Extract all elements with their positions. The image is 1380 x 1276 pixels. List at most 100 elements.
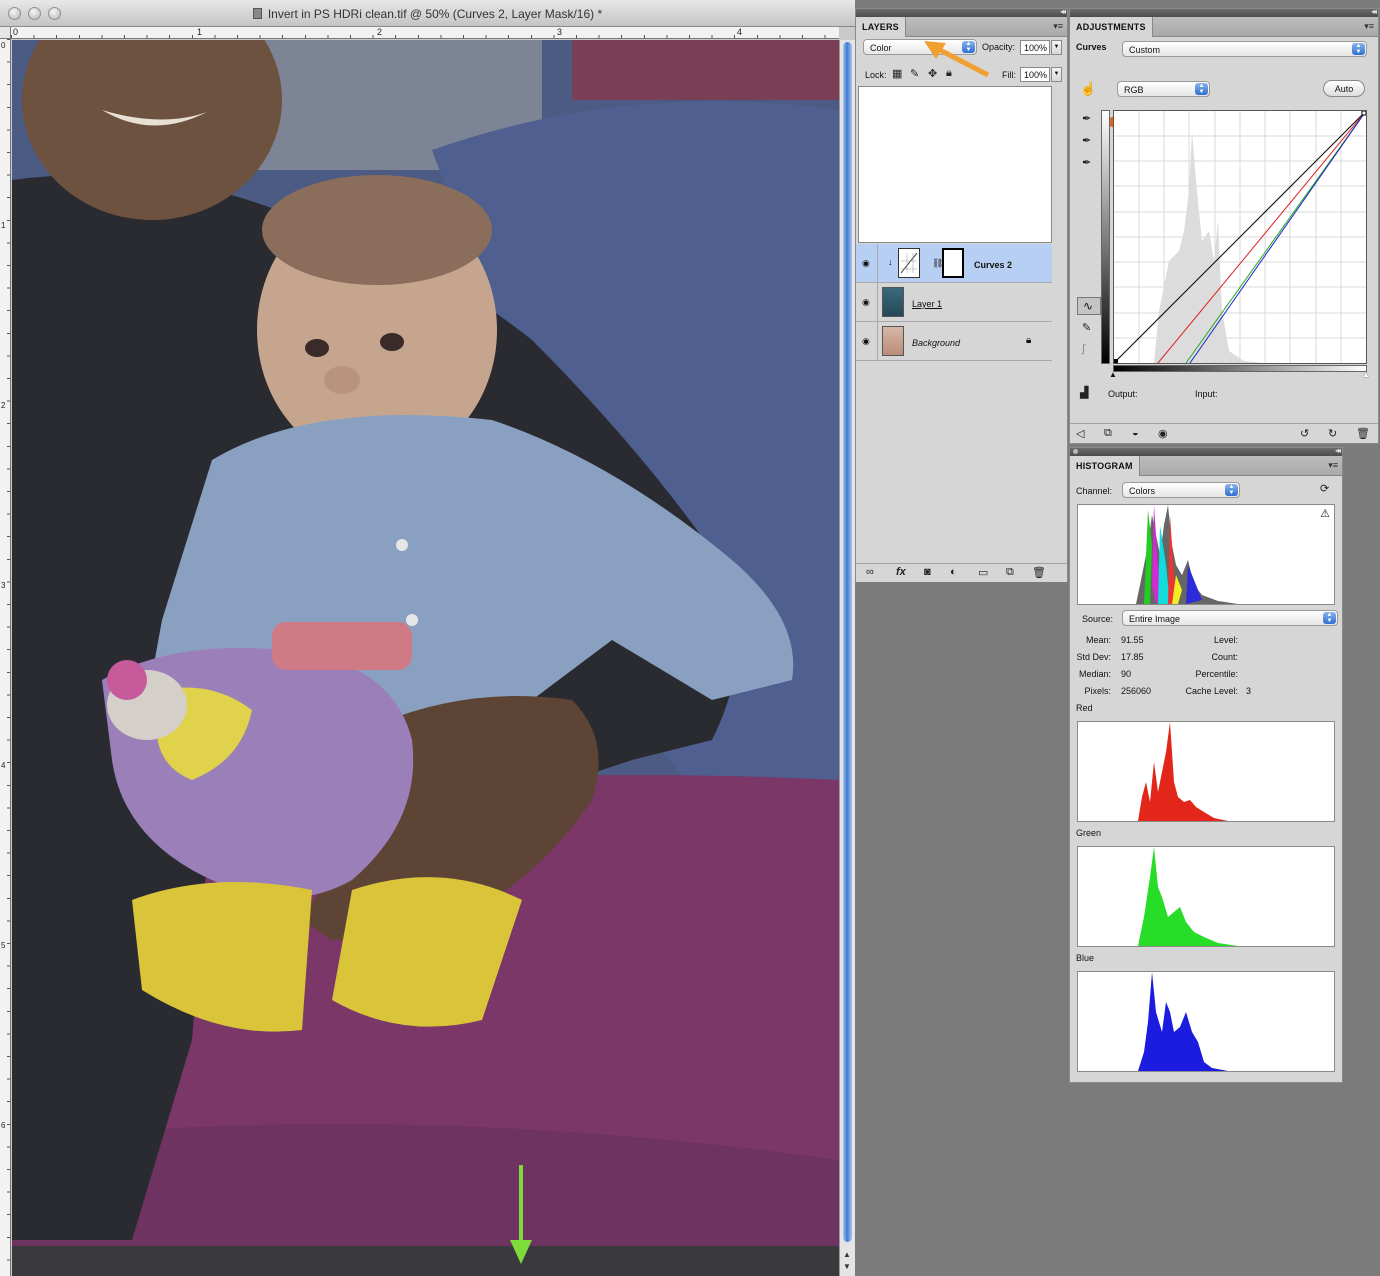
white-point-eyedropper-icon[interactable]: ✒ bbox=[1082, 156, 1091, 169]
collapse-icon[interactable]: ◂◂ bbox=[1371, 7, 1377, 16]
scrollbar-thumb[interactable] bbox=[843, 42, 852, 1242]
source-select[interactable]: Entire Image ▲ ▼ bbox=[1122, 610, 1338, 626]
lock-transparency-icon[interactable]: ▦ bbox=[892, 67, 902, 80]
curves-graph[interactable] bbox=[1113, 110, 1367, 364]
opacity-slider-button[interactable]: ▼ bbox=[1051, 40, 1062, 55]
folder-icon[interactable]: ▭ bbox=[978, 566, 988, 579]
fill-slider-button[interactable]: ▼ bbox=[1051, 67, 1062, 82]
eye-icon[interactable]: ◉ bbox=[1158, 427, 1168, 440]
blue-channel-label: Blue bbox=[1076, 953, 1095, 963]
collapse-icon[interactable]: ◂◂ bbox=[1060, 7, 1066, 16]
channel-select[interactable]: RGB ▲ ▼ bbox=[1117, 81, 1210, 97]
stat-value: 90 bbox=[1121, 669, 1132, 679]
link-icon[interactable]: ∞ bbox=[866, 566, 874, 578]
vertical-scrollbar[interactable]: ▲ ▼ bbox=[839, 40, 855, 1276]
image-canvas[interactable] bbox=[12, 40, 839, 1276]
layer-name[interactable]: Background bbox=[912, 338, 960, 348]
tab-histogram[interactable]: HISTOGRAM bbox=[1070, 456, 1140, 476]
collapse-icon[interactable]: ◂◂ bbox=[1335, 446, 1341, 455]
panel-menu-icon[interactable]: ▾≡ bbox=[1364, 21, 1374, 32]
output-gradient-bar bbox=[1101, 110, 1110, 364]
warning-icon[interactable]: ⚠ bbox=[1320, 507, 1330, 520]
visibility-toggle[interactable]: ◉ bbox=[856, 244, 878, 282]
input-label: Input: bbox=[1195, 389, 1218, 399]
ruler-label: 0 bbox=[1, 41, 6, 50]
white-slider-icon[interactable]: ▲ bbox=[1362, 370, 1370, 379]
ruler-label: 4 bbox=[1, 761, 6, 770]
gray-point-eyedropper-icon[interactable]: ✒ bbox=[1082, 134, 1091, 147]
stat-label: Percentile: bbox=[1195, 669, 1238, 679]
tab-adjustments[interactable]: ADJUSTMENTS bbox=[1070, 17, 1153, 37]
input-gradient-bar bbox=[1113, 365, 1367, 372]
scroll-up-icon[interactable]: ▲ bbox=[843, 1250, 851, 1259]
stat-label: Count: bbox=[1211, 652, 1238, 662]
histogram-channel-select[interactable]: Colors ▲ ▼ bbox=[1122, 482, 1240, 498]
trash-icon[interactable]: 🗑︎ bbox=[1356, 427, 1370, 440]
layer-row-layer-1[interactable]: ◉ Layer 1 bbox=[856, 283, 1052, 322]
stat-label: Cache Level: bbox=[1185, 686, 1238, 696]
panel-strip[interactable]: ◂◂ bbox=[1070, 7, 1378, 17]
scroll-down-icon[interactable]: ▼ bbox=[843, 1262, 851, 1271]
fill-field[interactable]: 100% bbox=[1020, 67, 1050, 82]
close-dot-icon[interactable] bbox=[1073, 449, 1078, 454]
trash-icon[interactable]: 🗑︎ bbox=[1032, 566, 1046, 579]
pencil-icon[interactable]: ✎ bbox=[1082, 321, 1091, 334]
mask-icon[interactable]: ◙ bbox=[924, 566, 931, 578]
visibility-toggle[interactable]: ◉ bbox=[856, 283, 878, 321]
layer-thumbnail[interactable] bbox=[882, 326, 904, 356]
ruler-label: 2 bbox=[377, 27, 383, 37]
previous-state-icon[interactable]: ↺ bbox=[1300, 427, 1309, 440]
select-stepper-icon: ▲ ▼ bbox=[1225, 484, 1238, 496]
adjustment-icon[interactable]: ◐ bbox=[950, 566, 957, 578]
panel-menu-icon[interactable]: ▾≡ bbox=[1053, 21, 1063, 32]
clip-to-layer-icon[interactable]: ◒ bbox=[1132, 427, 1139, 439]
panel-menu-icon[interactable]: ▾≡ bbox=[1328, 460, 1338, 471]
layers-empty-area[interactable] bbox=[858, 86, 1052, 243]
horizontal-ruler[interactable]: 0 1 2 3 4 bbox=[11, 27, 839, 39]
layer-row-curves-2[interactable]: ◉ ↓ ⛓ Curves 2 bbox=[856, 244, 1052, 283]
layer-name[interactable]: Curves 2 bbox=[974, 260, 1012, 270]
curve-icon[interactable]: ∿ bbox=[1077, 297, 1101, 315]
layer-mask-thumbnail[interactable] bbox=[942, 248, 964, 278]
layer-row-background[interactable]: ◉ Background 🔒︎ bbox=[856, 322, 1052, 361]
eye-icon[interactable]: ◉ bbox=[862, 258, 872, 268]
eye-icon[interactable]: ◉ bbox=[862, 336, 872, 346]
fx-icon[interactable]: fx bbox=[896, 566, 906, 578]
smooth-icon[interactable]: ∫ bbox=[1082, 343, 1085, 355]
expand-view-icon[interactable]: ⧉ bbox=[1104, 427, 1112, 440]
clipping-warning-icon[interactable]: ▟ bbox=[1080, 386, 1088, 399]
stat-label: Level: bbox=[1213, 635, 1238, 645]
document-window: Invert in PS HDRi clean.tif @ 50% (Curve… bbox=[0, 0, 855, 1276]
colors-histogram: ⚠ bbox=[1077, 504, 1335, 605]
reset-icon[interactable]: ↻ bbox=[1328, 427, 1337, 440]
layer-name[interactable]: Layer 1 bbox=[912, 299, 942, 309]
stat-label: Std Dev: bbox=[1076, 652, 1111, 662]
ruler-label: 3 bbox=[1, 581, 6, 590]
refresh-icon[interactable]: ⟳ bbox=[1320, 482, 1329, 495]
adjustments-footer: ◁ ⧉ ◒ ◉ ↺ ↻ 🗑︎ bbox=[1070, 423, 1378, 443]
black-slider-icon[interactable]: ▲ bbox=[1109, 370, 1117, 379]
hand-icon[interactable]: ☝ bbox=[1080, 81, 1096, 97]
source-label: Source: bbox=[1082, 614, 1114, 624]
adjustment-title: Curves bbox=[1076, 42, 1107, 52]
opacity-field[interactable]: 100% bbox=[1020, 40, 1050, 55]
visibility-toggle[interactable]: ◉ bbox=[856, 322, 878, 360]
ruler-label: 3 bbox=[557, 27, 563, 37]
panel-strip[interactable]: ◂◂ bbox=[1070, 446, 1342, 456]
document-title: Invert in PS HDRi clean.tif @ 50% (Curve… bbox=[0, 7, 855, 21]
ruler-origin[interactable] bbox=[0, 27, 11, 39]
curves-adjustment-icon[interactable] bbox=[898, 248, 920, 278]
document-titlebar[interactable]: Invert in PS HDRi clean.tif @ 50% (Curve… bbox=[0, 0, 855, 27]
layer-thumbnail[interactable] bbox=[882, 287, 904, 317]
auto-button[interactable]: Auto bbox=[1323, 80, 1365, 97]
vertical-ruler[interactable]: 0 1 2 3 4 5 6 bbox=[0, 39, 11, 1276]
red-histogram bbox=[1077, 721, 1335, 822]
preset-select[interactable]: Custom ▲ ▼ bbox=[1122, 41, 1367, 57]
new-layer-icon[interactable]: ⧉ bbox=[1006, 566, 1014, 579]
ruler-label: 4 bbox=[737, 27, 743, 37]
panel-strip[interactable]: ◂◂ bbox=[856, 7, 1067, 17]
tab-layers[interactable]: LAYERS bbox=[856, 17, 906, 37]
back-arrow-icon[interactable]: ◁ bbox=[1076, 427, 1084, 440]
black-point-eyedropper-icon[interactable]: ✒ bbox=[1082, 112, 1091, 125]
eye-icon[interactable]: ◉ bbox=[862, 297, 872, 307]
